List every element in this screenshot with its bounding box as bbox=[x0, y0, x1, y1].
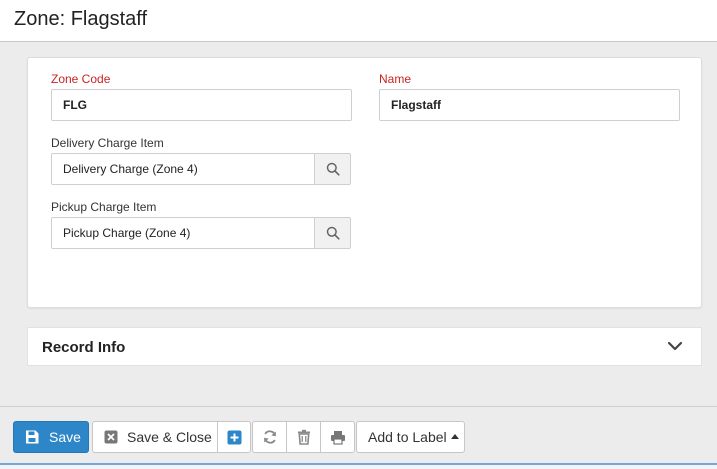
print-icon bbox=[330, 430, 345, 445]
pickup-charge-lookup-button[interactable] bbox=[314, 217, 351, 249]
save-icon bbox=[26, 430, 39, 444]
bottom-toolbar: Save Save & Close Add to Label bbox=[0, 407, 717, 463]
name-label: Name bbox=[379, 72, 412, 86]
zone-code-label: Zone Code bbox=[51, 72, 111, 86]
record-info-title: Record Info bbox=[42, 339, 126, 356]
page-title: Zone: Flagstaff bbox=[14, 8, 148, 30]
close-icon bbox=[104, 430, 118, 444]
search-icon bbox=[326, 226, 340, 240]
page-header: Zone: Flagstaff bbox=[0, 0, 717, 42]
plus-icon bbox=[227, 430, 241, 444]
zone-form-card: Zone Code FLG Name Flagstaff Delivery Ch… bbox=[27, 57, 702, 308]
delivery-charge-item-field[interactable]: Delivery Charge (Zone 4) bbox=[51, 153, 315, 185]
refresh-icon bbox=[263, 430, 276, 444]
refresh-button[interactable] bbox=[252, 421, 287, 453]
window-bottom-edge bbox=[0, 463, 717, 469]
save-close-button-label: Save & Close bbox=[127, 429, 212, 445]
save-close-button[interactable]: Save & Close bbox=[92, 421, 218, 453]
add-to-label-button[interactable]: Add to Label bbox=[356, 421, 465, 453]
save-button[interactable]: Save bbox=[13, 421, 89, 453]
delivery-charge-lookup-button[interactable] bbox=[314, 153, 351, 185]
add-to-label-button-label: Add to Label bbox=[368, 429, 447, 445]
name-field[interactable]: Flagstaff bbox=[379, 89, 680, 121]
trash-icon bbox=[297, 429, 310, 445]
delete-button[interactable] bbox=[286, 421, 321, 453]
save-new-button[interactable] bbox=[217, 421, 251, 453]
caret-up-icon bbox=[450, 434, 459, 439]
pickup-charge-item-label: Pickup Charge Item bbox=[51, 200, 157, 214]
chevron-down-icon[interactable] bbox=[667, 340, 683, 352]
zone-code-field[interactable]: FLG bbox=[51, 89, 352, 121]
delivery-charge-item-label: Delivery Charge Item bbox=[51, 136, 164, 150]
save-button-label: Save bbox=[49, 429, 81, 445]
record-info-panel[interactable]: Record Info bbox=[27, 327, 702, 366]
search-icon bbox=[326, 162, 340, 176]
print-button[interactable] bbox=[320, 421, 355, 453]
pickup-charge-item-field[interactable]: Pickup Charge (Zone 4) bbox=[51, 217, 315, 249]
